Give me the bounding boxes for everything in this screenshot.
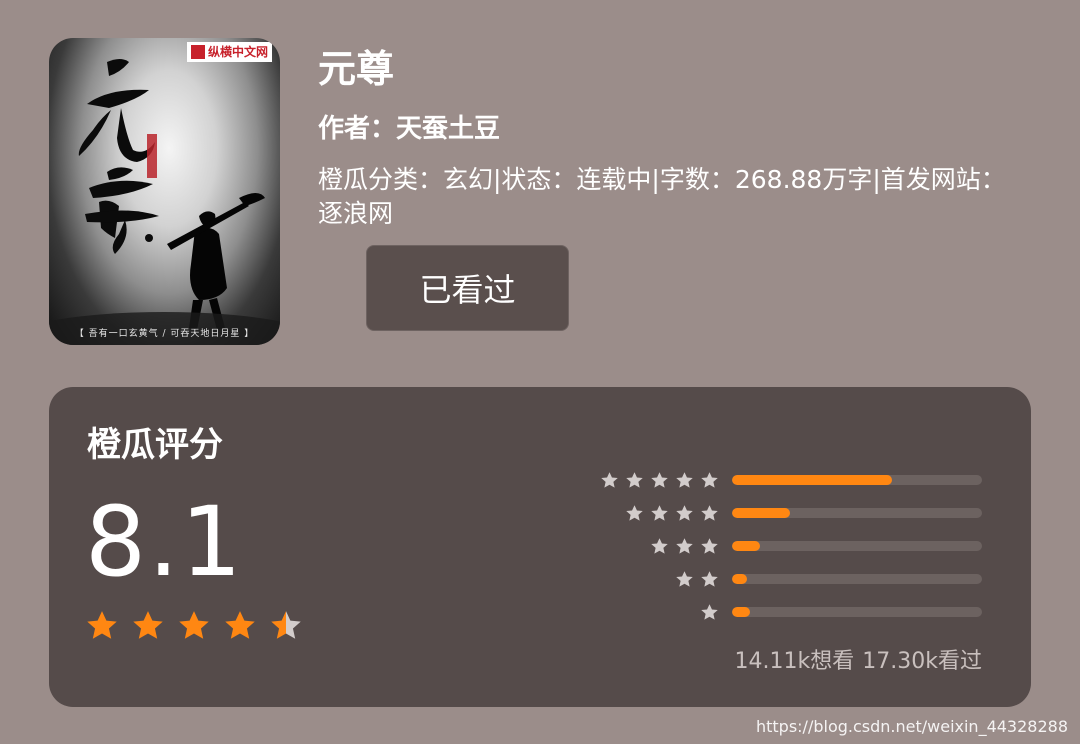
- publisher-logo: 纵横中文网: [186, 42, 272, 62]
- book-title: 元尊: [318, 47, 395, 91]
- distribution-stars: [600, 471, 719, 490]
- distribution-bar-track: [732, 574, 982, 584]
- watermark: https://blog.csdn.net/weixin_44328288: [755, 717, 1068, 736]
- small-star-icon: [626, 505, 643, 521]
- small-star-icon: [626, 472, 643, 488]
- distribution-row-5: [589, 465, 989, 498]
- small-star-icon: [651, 472, 668, 488]
- distribution-bar-track: [732, 475, 982, 485]
- small-star-icon: [676, 538, 693, 554]
- rating-distribution: [589, 465, 989, 630]
- cover-art: [49, 59, 280, 345]
- distribution-row-2: [589, 564, 989, 597]
- rating-heading: 橙瓜评分: [87, 425, 223, 465]
- distribution-bar-fill: [732, 541, 760, 551]
- small-star-icon: [651, 505, 668, 521]
- distribution-stars: [650, 537, 719, 556]
- small-star-icon: [676, 472, 693, 488]
- distribution-bar-track: [732, 607, 982, 617]
- distribution-row-4: [589, 498, 989, 531]
- book-meta: 橙瓜分类：玄幻|状态：连载中|字数：268.88万字|首发网站：逐浪网: [318, 165, 1006, 228]
- distribution-row-3: [589, 531, 989, 564]
- distribution-bar-track: [732, 541, 982, 551]
- star-icon: [271, 611, 301, 639]
- small-star-icon: [676, 505, 693, 521]
- rating-score: 8.1: [85, 486, 244, 598]
- distribution-bar-fill: [732, 574, 747, 584]
- small-star-icon: [701, 505, 718, 521]
- distribution-stars: [675, 570, 719, 589]
- book-author: 作者：天蚕土豆: [318, 114, 501, 144]
- publisher-logo-text: 纵横中文网: [207, 45, 268, 59]
- cover-tagline: 【 吾有一口玄黄气 / 可吞天地日月星 】: [74, 329, 255, 339]
- distribution-bar-fill: [732, 508, 790, 518]
- publisher-logo-icon: [190, 45, 205, 59]
- small-star-icon: [701, 604, 718, 620]
- book-cover[interactable]: 纵横中文网 【 吾有一口玄黄气 / 可吞天地日月星 】: [49, 38, 280, 345]
- distribution-bar-fill: [732, 475, 892, 485]
- read-status-button[interactable]: 已看过: [366, 245, 569, 331]
- small-star-icon: [651, 538, 668, 554]
- distribution-stars: [700, 603, 719, 622]
- rating-counts: 14.11k想看 17.30k看过: [735, 647, 982, 677]
- star-icon: [225, 611, 255, 639]
- small-star-icon: [701, 571, 718, 587]
- read-count: 17.30k看过: [862, 649, 982, 674]
- distribution-row-1: [589, 597, 989, 630]
- want-count: 14.11k想看: [734, 649, 855, 674]
- star-icon: [179, 611, 209, 639]
- score-stars: [85, 609, 303, 643]
- distribution-stars: [625, 504, 719, 523]
- star-icon: [133, 611, 163, 639]
- distribution-bar-track: [732, 508, 982, 518]
- rating-card: 橙瓜评分 8.1 14.11k想看 17.30k看过: [49, 387, 1031, 707]
- small-star-icon: [676, 571, 693, 587]
- small-star-icon: [701, 538, 718, 554]
- small-star-icon: [701, 472, 718, 488]
- star-icon: [87, 611, 117, 639]
- small-star-icon: [601, 472, 618, 488]
- distribution-bar-fill: [732, 607, 750, 617]
